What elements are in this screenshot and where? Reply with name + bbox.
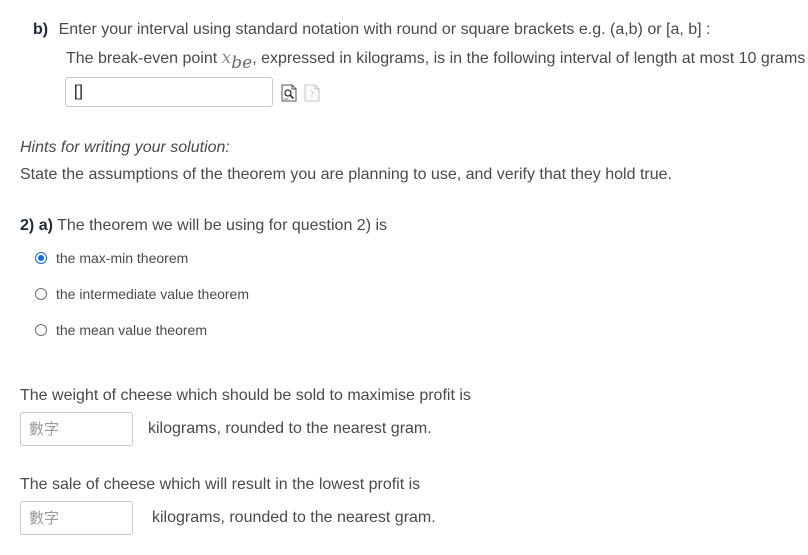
- math-subscript: be: [231, 53, 253, 73]
- question-text: The theorem we will be using for questio…: [57, 217, 388, 234]
- part-b-label: b): [33, 21, 49, 38]
- maximise-unit: kilograms, rounded to the nearest gram.: [148, 420, 432, 437]
- radio-intermediate-value[interactable]: [35, 288, 47, 300]
- interval-input[interactable]: [65, 77, 273, 107]
- break-even-text-before: The break-even point: [66, 50, 222, 67]
- math-variable: x: [221, 48, 232, 68]
- option-label: the intermediate value theorem: [56, 286, 249, 302]
- part-b-instruction: Enter your interval using standard notat…: [58, 21, 711, 38]
- help-icon[interactable]: ?: [304, 84, 320, 102]
- option-intermediate-value[interactable]: the intermediate value theorem: [35, 284, 249, 304]
- lowest-weight-input[interactable]: [20, 501, 133, 535]
- svg-text:?: ?: [310, 90, 314, 99]
- maximise-weight-input[interactable]: [20, 412, 133, 446]
- lowest-unit: kilograms, rounded to the nearest gram.: [152, 509, 436, 526]
- part-b-line: b) Enter your interval using standard no…: [33, 21, 710, 39]
- radio-mean-value[interactable]: [35, 324, 47, 336]
- option-mean-value[interactable]: the mean value theorem: [35, 320, 207, 340]
- radio-max-min[interactable]: [35, 252, 47, 264]
- option-label: the mean value theorem: [56, 322, 207, 338]
- option-label: the max-min theorem: [56, 250, 189, 266]
- break-even-text-after: , expressed in kilograms, is in the foll…: [252, 50, 806, 67]
- question-2a: 2) a) The theorem we will be using for q…: [20, 217, 387, 235]
- question-number: 2): [20, 217, 35, 234]
- option-max-min[interactable]: the max-min theorem: [35, 248, 188, 268]
- lowest-text: The sale of cheese which will result in …: [20, 476, 421, 493]
- question-part: a): [38, 217, 53, 234]
- preview-icon[interactable]: [281, 84, 297, 102]
- break-even-sentence: The break-even point xbe, expressed in k…: [66, 48, 806, 73]
- hints-body: State the assumptions of the theorem you…: [20, 166, 672, 183]
- maximise-text: The weight of cheese which should be sol…: [20, 387, 471, 404]
- hints-title: Hints for writing your solution:: [20, 139, 230, 156]
